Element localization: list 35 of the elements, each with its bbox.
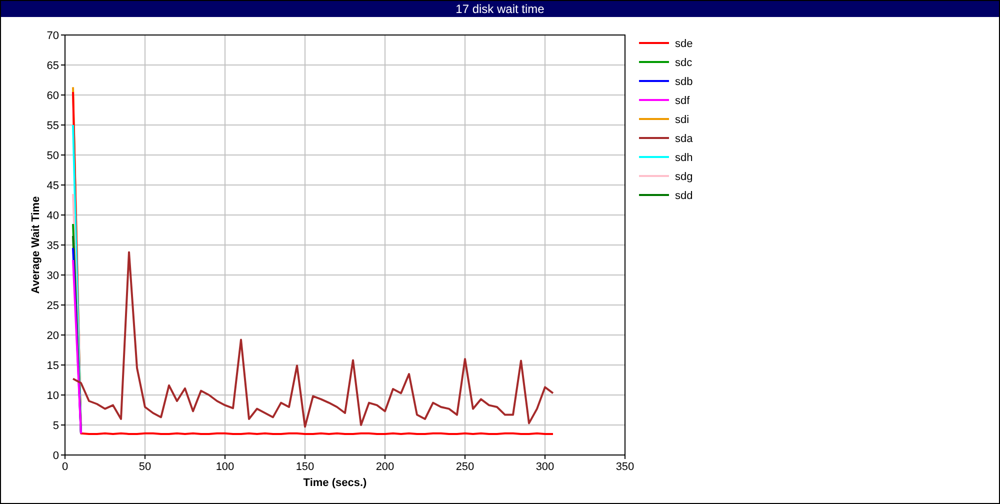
y-tick-label: 10: [46, 390, 59, 402]
y-tick-label: 55: [46, 120, 59, 132]
x-tick-label: 150: [296, 461, 314, 473]
x-tick-label: 100: [216, 461, 234, 473]
y-tick-label: 5: [52, 420, 59, 432]
legend-label: sde: [675, 38, 693, 50]
x-tick-label: 50: [138, 461, 152, 473]
y-tick-label: 60: [46, 90, 59, 102]
x-tick-label: 350: [616, 461, 634, 473]
legend-label: sdb: [675, 76, 693, 88]
x-tick-label: 300: [536, 461, 554, 473]
y-tick-label: 70: [46, 30, 59, 42]
legend-label: sdg: [675, 171, 693, 183]
y-tick-label: 20: [46, 330, 59, 342]
y-tick-label: 35: [46, 240, 59, 252]
window-title: 17 disk wait time: [456, 2, 544, 16]
legend-label: sdd: [675, 190, 693, 202]
y-tick-label: 50: [46, 150, 59, 162]
legend-label: sdh: [675, 152, 693, 164]
x-axis-title: Time (secs.): [303, 477, 367, 489]
x-tick-label: 250: [456, 461, 474, 473]
y-tick-label: 15: [46, 360, 59, 372]
y-tick-label: 65: [46, 60, 59, 72]
y-tick-label: 30: [46, 270, 59, 282]
legend-label: sdc: [675, 57, 692, 69]
x-tick-label: 200: [376, 461, 394, 473]
x-tick-label: 0: [62, 461, 68, 473]
y-tick-label: 45: [46, 180, 59, 192]
y-axis-title: Average Wait Time: [30, 196, 42, 294]
y-tick-label: 25: [46, 300, 59, 312]
y-tick-label: 0: [52, 450, 59, 462]
legend-label: sda: [675, 133, 693, 145]
legend-label: sdi: [675, 114, 690, 126]
y-tick-label: 40: [46, 210, 59, 222]
legend-label: sdf: [675, 95, 690, 107]
